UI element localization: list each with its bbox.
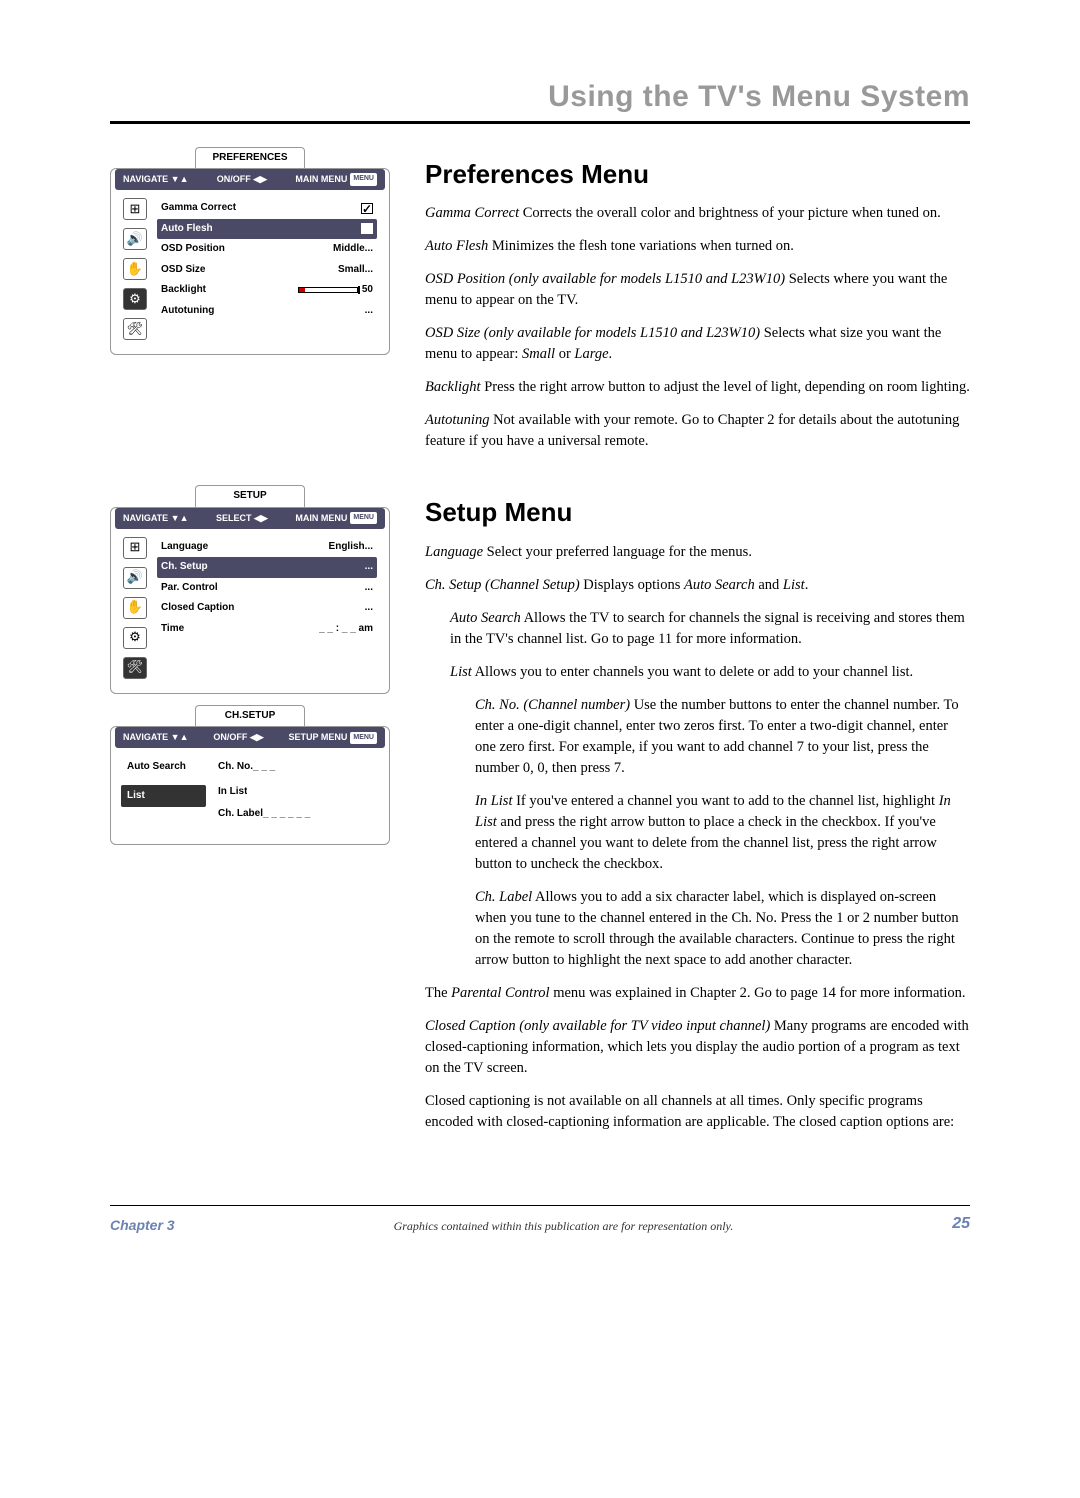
nav-navigate: NAVIGATE ▼▲ — [123, 173, 188, 186]
paragraph: Ch. Label Allows you to add a six charac… — [475, 887, 970, 971]
chsetup-tab: CH.SETUP — [195, 705, 305, 727]
setup-navbar: NAVIGATE ▼▲ SELECT ◀▶ MAIN MENU MENU — [115, 508, 385, 529]
paragraph: The Parental Control menu was explained … — [425, 983, 970, 1004]
paragraph: Closed captioning is not available on al… — [425, 1091, 970, 1133]
list-item: OSD PositionMiddle... — [157, 239, 377, 260]
icon-rail-item: 🛠 — [123, 657, 147, 679]
icon-rail-item: 🔊 — [123, 228, 147, 250]
chsetup-right-list: Ch. No._ _ _ In List Ch. Label_ _ _ _ _ … — [214, 756, 379, 826]
icon-rail-item: ✋ — [123, 258, 147, 280]
paragraph: List Allows you to enter channels you wa… — [450, 662, 970, 683]
backlight-slider — [298, 287, 358, 293]
list-item: Auto Flesh — [157, 219, 377, 240]
icon-rail-item: ⊞ — [123, 537, 147, 559]
paragraph: Ch. Setup (Channel Setup) Displays optio… — [425, 575, 970, 596]
list-item: List — [121, 785, 206, 808]
list-item: In List — [214, 779, 379, 804]
list-item: LanguageEnglish... — [157, 537, 377, 558]
list-item: Auto Search — [121, 756, 206, 779]
icon-rail-item: 🔊 — [123, 567, 147, 589]
list-item: Ch. No._ _ _ — [214, 756, 379, 779]
right-column: Setup Menu Language Select your preferre… — [425, 494, 970, 1145]
page-footer: Chapter 3 Graphics contained within this… — [110, 1205, 970, 1235]
icon-rail-item: ⚙ — [123, 288, 147, 310]
chsetup-left-list: Auto Search List — [121, 756, 206, 826]
footer-page-number: 25 — [952, 1212, 970, 1235]
list-item: Ch. Label_ _ _ _ _ _ — [214, 803, 379, 826]
left-column: PREFERENCES NAVIGATE ▼▲ ON/OFF ◀▶ MAIN M… — [110, 156, 390, 465]
section-title: Using the TV's Menu System — [110, 75, 970, 121]
nav-navigate: NAVIGATE ▼▲ — [123, 731, 188, 744]
list-item: Par. Control... — [157, 578, 377, 599]
paragraph: In List If you've entered a channel you … — [475, 791, 970, 875]
nav-onoff: ON/OFF ◀▶ — [213, 731, 263, 744]
icon-rail-item: ⚙ — [123, 627, 147, 649]
right-column: Preferences Menu Gamma Correct Corrects … — [425, 156, 970, 465]
icon-rail-item: ⊞ — [123, 198, 147, 220]
preferences-items: Gamma Correct Auto Flesh OSD PositionMid… — [157, 198, 377, 340]
checkbox-icon — [361, 203, 373, 214]
list-item: OSD SizeSmall... — [157, 260, 377, 281]
preferences-menu-widget: NAVIGATE ▼▲ ON/OFF ◀▶ MAIN MENU MENU ⊞ 🔊… — [110, 168, 390, 355]
setup-menu-widget: NAVIGATE ▼▲ SELECT ◀▶ MAIN MENU MENU ⊞ 🔊… — [110, 507, 390, 694]
paragraph: OSD Position (only available for models … — [425, 269, 970, 311]
icon-rail-item: 🛠 — [123, 318, 147, 340]
nav-select: SELECT ◀▶ — [216, 512, 268, 525]
menu-icon-rail: ⊞ 🔊 ✋ ⚙ 🛠 — [123, 198, 147, 340]
nav-setupmenu: SETUP MENU MENU — [289, 731, 377, 744]
nav-onoff: ON/OFF ◀▶ — [217, 173, 267, 186]
footer-chapter: Chapter 3 — [110, 1215, 175, 1235]
preferences-navbar: NAVIGATE ▼▲ ON/OFF ◀▶ MAIN MENU MENU — [115, 169, 385, 190]
left-column: SETUP NAVIGATE ▼▲ SELECT ◀▶ MAIN MENU ME… — [110, 494, 390, 1145]
preferences-tab: PREFERENCES — [195, 147, 305, 169]
list-item: Ch. Setup... — [157, 557, 377, 578]
paragraph: Ch. No. (Channel number) Use the number … — [475, 695, 970, 779]
list-item: Gamma Correct — [157, 198, 377, 219]
nav-mainmenu: MAIN MENU MENU — [295, 512, 377, 525]
menu-icon-rail: ⊞ 🔊 ✋ ⚙ 🛠 — [123, 537, 147, 679]
chsetup-menu-widget: NAVIGATE ▼▲ ON/OFF ◀▶ SETUP MENU MENU Au… — [110, 726, 390, 845]
nav-mainmenu: MAIN MENU MENU — [295, 173, 377, 186]
paragraph: Auto Search Allows the TV to search for … — [450, 608, 970, 650]
list-item: Autotuning... — [157, 301, 377, 322]
checkbox-icon — [247, 783, 259, 794]
chsetup-navbar: NAVIGATE ▼▲ ON/OFF ◀▶ SETUP MENU MENU — [115, 727, 385, 748]
list-item: Closed Caption... — [157, 598, 377, 619]
checkbox-icon — [361, 223, 373, 234]
setup-tab: SETUP — [195, 485, 305, 507]
setup-heading: Setup Menu — [425, 494, 970, 532]
preferences-heading: Preferences Menu — [425, 156, 970, 194]
footer-disclaimer: Graphics contained within this publicati… — [394, 1218, 734, 1235]
nav-navigate: NAVIGATE ▼▲ — [123, 512, 188, 525]
paragraph: Closed Caption (only available for TV vi… — [425, 1016, 970, 1079]
setup-items: LanguageEnglish... Ch. Setup... Par. Con… — [157, 537, 377, 679]
paragraph: OSD Size (only available for models L151… — [425, 323, 970, 365]
section-header: Using the TV's Menu System — [110, 75, 970, 124]
paragraph: Auto Flesh Minimizes the flesh tone vari… — [425, 236, 970, 257]
paragraph: Autotuning Not available with your remot… — [425, 410, 970, 452]
list-item: Backlight50 — [157, 280, 377, 301]
list-item: Time_ _ : _ _ am — [157, 619, 377, 640]
paragraph: Gamma Correct Corrects the overall color… — [425, 203, 970, 224]
paragraph: Backlight Press the right arrow button t… — [425, 377, 970, 398]
paragraph: Language Select your preferred language … — [425, 542, 970, 563]
icon-rail-item: ✋ — [123, 597, 147, 619]
